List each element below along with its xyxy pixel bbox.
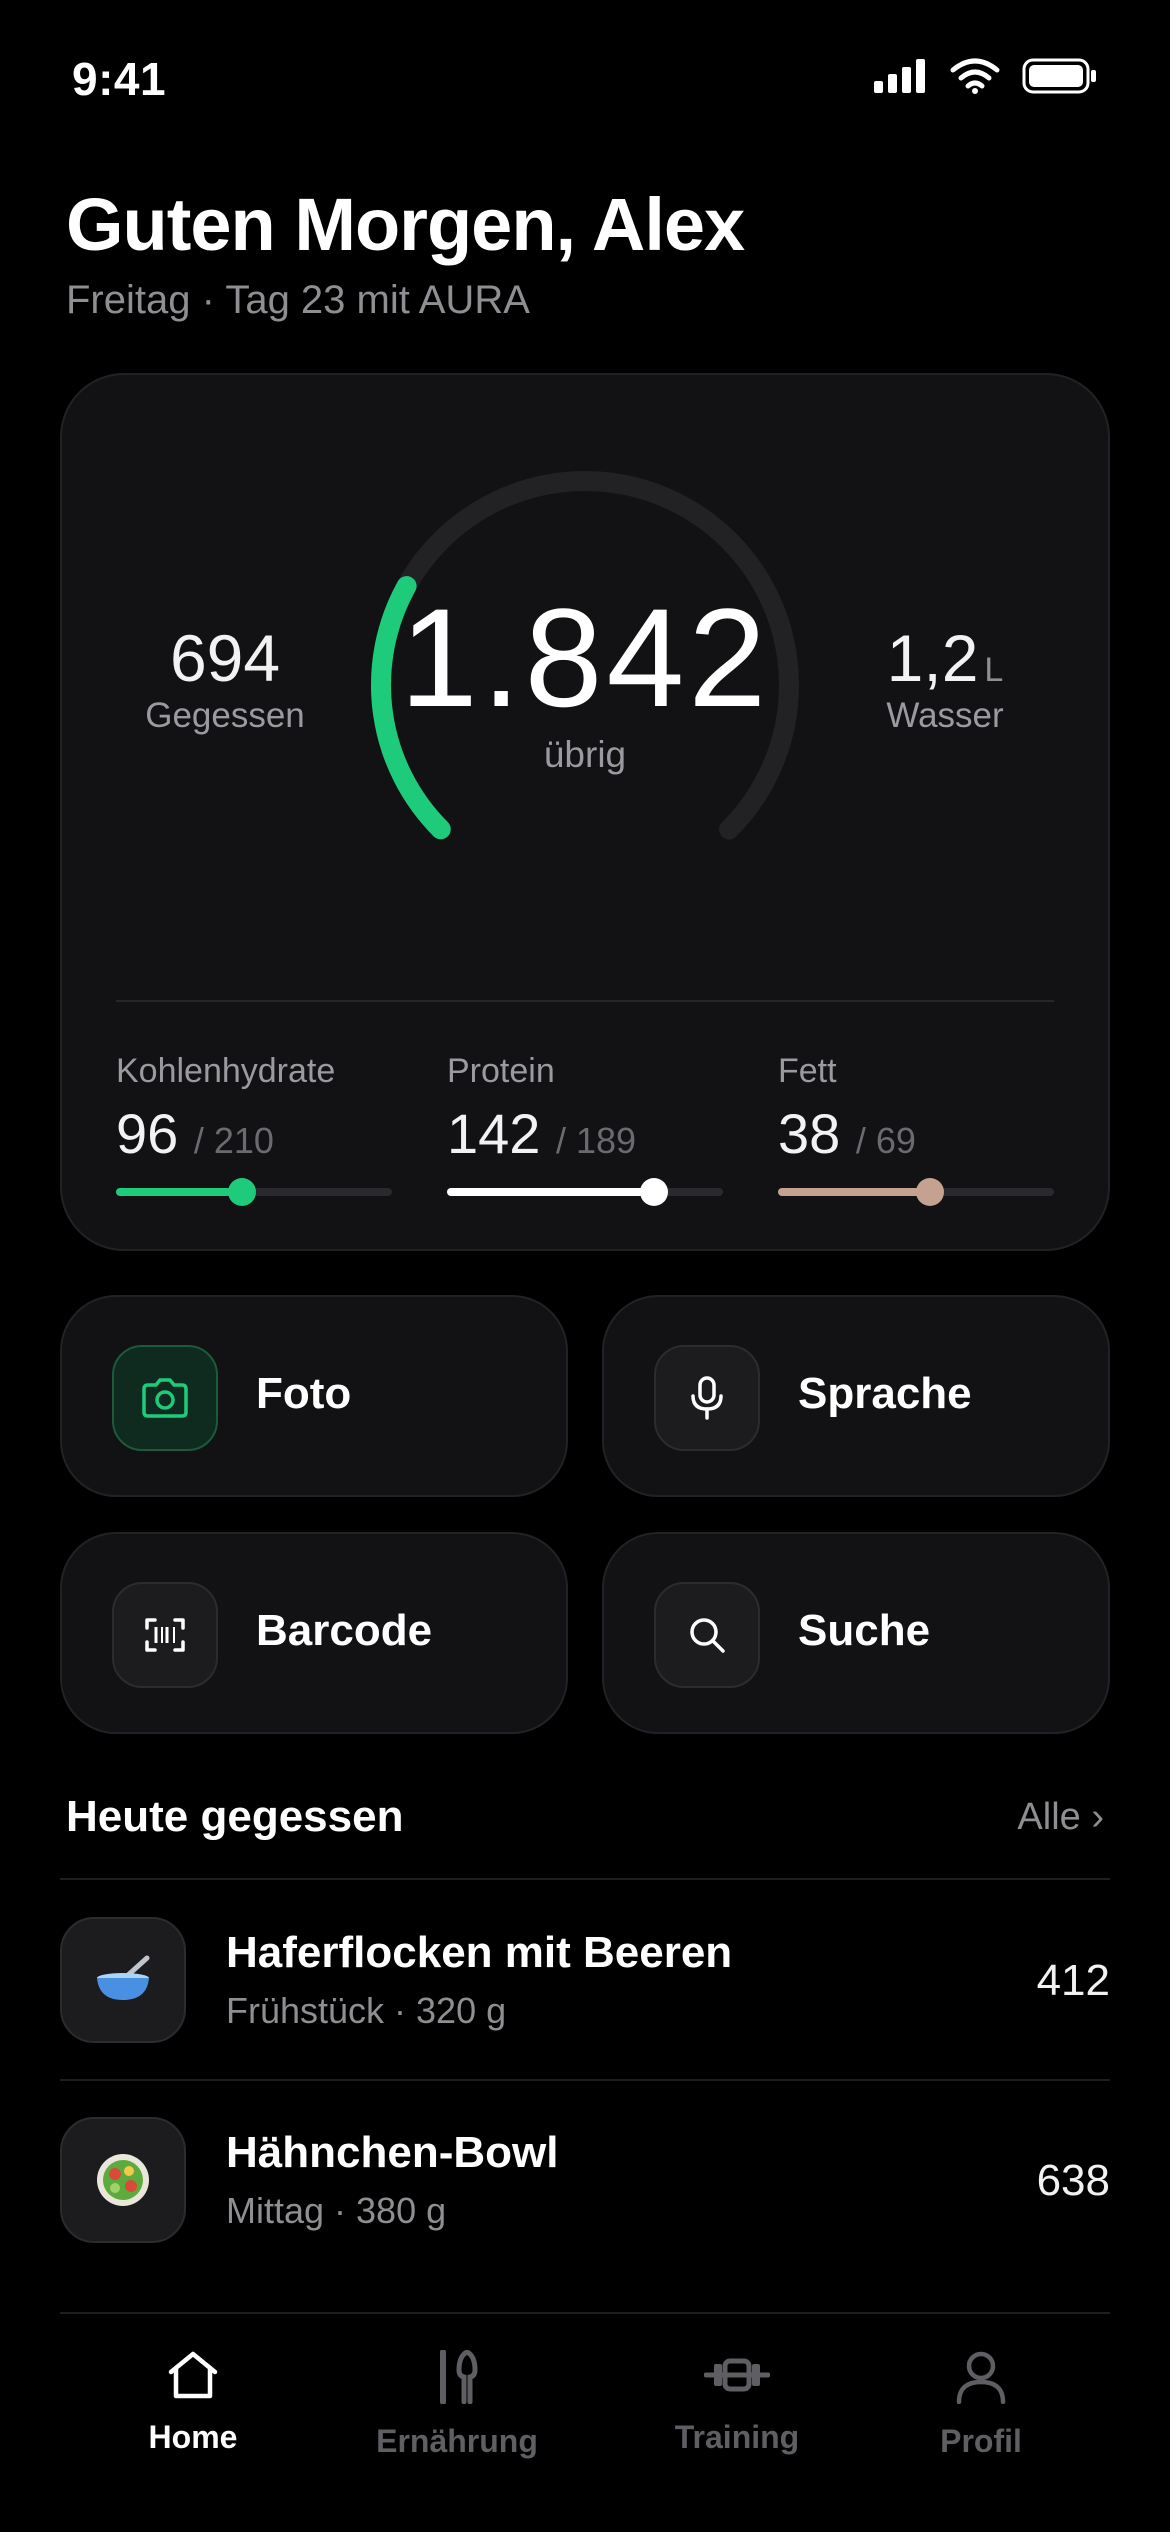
greeting-title: Guten Morgen, Alex xyxy=(66,183,745,266)
section-title: Heute gegessen xyxy=(66,1792,404,1841)
wifi-icon xyxy=(950,58,1000,94)
search-label: Suche xyxy=(798,1606,931,1655)
list-divider xyxy=(60,2312,1110,2314)
tab-nutrition[interactable]: Ernährung xyxy=(337,2349,577,2460)
water-value: 1,2 xyxy=(886,621,979,695)
card-divider xyxy=(116,1000,1054,1002)
remaining-calories-label: übrig xyxy=(543,734,627,775)
status-time: 9:41 xyxy=(72,53,167,105)
tab-label: Home xyxy=(148,2419,238,2455)
macro-progress-bar xyxy=(778,1178,1054,1206)
tab-label: Profil xyxy=(940,2423,1022,2459)
meal-meta: Frühstück · 320 g xyxy=(226,1990,507,2031)
macro-goal: / 210 xyxy=(193,1120,274,1161)
photo-label: Foto xyxy=(256,1369,352,1418)
meal-calories: 638 xyxy=(1036,2156,1110,2205)
barcode-icon xyxy=(112,1582,218,1688)
macro-progress-fill xyxy=(447,1188,655,1196)
person-icon xyxy=(956,2351,1006,2405)
barcode-label: Barcode xyxy=(256,1606,433,1655)
see-all-link[interactable]: Alle › xyxy=(1017,1796,1104,1839)
tab-training[interactable]: Training xyxy=(617,2350,857,2456)
barcode-button[interactable]: Barcode xyxy=(60,1532,568,1734)
eaten-label: Gegessen xyxy=(145,696,305,735)
macro-carbs: Kohlenhydrate 96 / 210 xyxy=(116,1052,392,1206)
macro-progress-bar xyxy=(447,1178,723,1206)
macro-label: Protein xyxy=(447,1052,555,1090)
water-stat[interactable]: 1,2 L Wasser xyxy=(860,620,1030,736)
voice-button[interactable]: Sprache xyxy=(602,1295,1110,1497)
eaten-value: 694 xyxy=(169,621,281,695)
greeting-subline: Freitag · Tag 23 mit AURA xyxy=(66,278,530,322)
list-divider xyxy=(60,1878,1110,1880)
cutlery-icon xyxy=(440,2349,478,2405)
macro-progress-knob xyxy=(228,1178,257,1206)
meal-name[interactable]: Haferflocken mit Beeren xyxy=(226,1928,732,1978)
macro-value: 38 xyxy=(778,1102,841,1165)
photo-button[interactable]: Foto xyxy=(60,1295,568,1497)
macro-progress-fill xyxy=(778,1188,931,1196)
tab-home[interactable]: Home xyxy=(73,2350,313,2456)
status-icons xyxy=(874,58,1098,94)
camera-icon xyxy=(112,1345,218,1451)
tab-profile[interactable]: Profil xyxy=(861,2350,1101,2460)
salad-icon xyxy=(60,2117,186,2243)
meal-name[interactable]: Hähnchen-Bowl xyxy=(226,2128,558,2178)
macro-label: Fett xyxy=(778,1052,837,1090)
macro-protein: Protein 142 / 189 xyxy=(447,1052,723,1206)
search-icon xyxy=(654,1582,760,1688)
macro-goal: / 189 xyxy=(556,1120,637,1161)
water-label: Wasser xyxy=(886,696,1004,735)
list-divider xyxy=(60,2079,1110,2081)
macro-fat: Fett 38 / 69 xyxy=(778,1052,1054,1206)
water-unit: L xyxy=(984,651,1004,689)
tab-label: Ernährung xyxy=(376,2423,538,2459)
macro-label: Kohlenhydrate xyxy=(116,1052,336,1090)
battery-icon xyxy=(1022,58,1096,94)
home-icon xyxy=(168,2351,218,2399)
remaining-calories-value: 1.842 xyxy=(399,579,771,736)
meal-meta: Mittag · 380 g xyxy=(226,2190,447,2231)
dumbbell-icon xyxy=(703,2358,771,2392)
meal-calories: 412 xyxy=(1036,1956,1110,2005)
macro-progress-bar xyxy=(116,1178,392,1206)
tab-label: Training xyxy=(674,2419,800,2455)
eaten-stat: 694 Gegessen xyxy=(120,620,330,736)
microphone-icon xyxy=(654,1345,760,1451)
macro-goal: / 69 xyxy=(855,1120,916,1161)
search-button[interactable]: Suche xyxy=(602,1532,1110,1734)
cellular-signal-icon xyxy=(874,59,925,93)
macro-value: 96 xyxy=(116,1102,179,1165)
macro-progress-fill xyxy=(116,1188,243,1196)
macro-value: 142 xyxy=(447,1102,541,1165)
voice-label: Sprache xyxy=(798,1369,972,1418)
bowl-icon xyxy=(60,1917,186,2043)
macro-progress-knob xyxy=(916,1178,945,1206)
